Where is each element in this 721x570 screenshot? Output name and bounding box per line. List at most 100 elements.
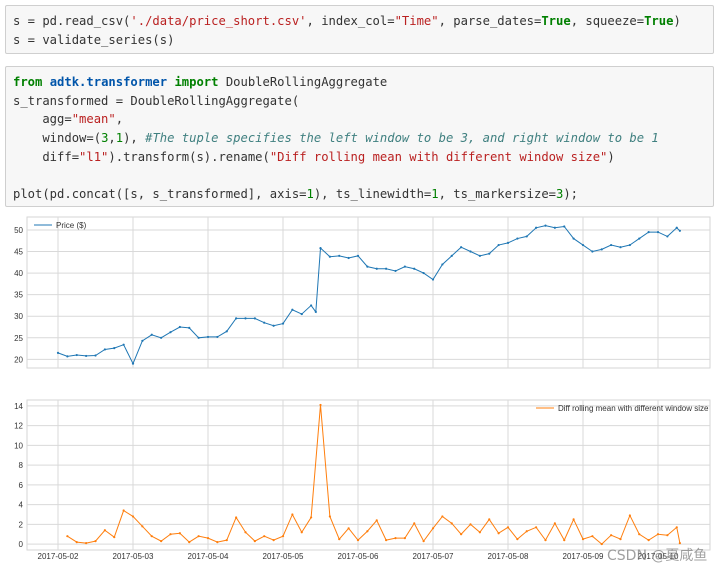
data-point	[94, 354, 97, 357]
data-point	[263, 535, 266, 538]
y-tick-label: 6	[19, 481, 24, 490]
data-point	[300, 312, 303, 316]
data-point	[619, 538, 622, 541]
data-point	[356, 254, 360, 257]
x-tick-label: 2017-05-04	[188, 552, 229, 561]
data-point	[441, 515, 444, 518]
data-point	[122, 509, 125, 512]
data-point	[460, 533, 463, 536]
y-tick-label: 25	[14, 334, 23, 343]
data-point	[244, 531, 247, 534]
data-point	[553, 522, 556, 525]
data-point	[431, 527, 435, 530]
data-point	[497, 243, 500, 247]
data-point	[610, 534, 613, 537]
data-point	[150, 333, 153, 336]
data-point	[656, 231, 660, 234]
data-point	[310, 304, 313, 307]
data-point	[666, 235, 669, 238]
plot-output: 20 25 30 35 40 45 50 Price ($) 0 2 4 6 8 10 12 14 2017-0…	[14, 216, 711, 561]
x-tick-label: 2017-05-09	[563, 552, 604, 561]
axes-frame	[26, 399, 711, 551]
data-point	[394, 537, 397, 540]
data-point	[188, 541, 191, 544]
data-point	[85, 354, 88, 358]
data-point	[169, 331, 172, 334]
data-point	[544, 224, 547, 227]
data-point	[319, 246, 322, 250]
data-point	[66, 535, 69, 538]
data-point	[619, 246, 622, 249]
data-point	[469, 250, 472, 253]
data-point	[347, 256, 350, 260]
y-tick-label: 0	[19, 540, 24, 549]
chart-panel-2: 0 2 4 6 8 10 12 14 2017-05-02 2017-05-03 2017-05-0…	[14, 399, 711, 561]
data-point	[535, 226, 538, 229]
data-point	[328, 515, 331, 518]
x-tick-label: 2017-05-02	[38, 552, 79, 561]
data-point	[403, 265, 406, 268]
y-tick-label: 2	[19, 520, 24, 529]
data-point	[385, 267, 388, 270]
x-tick-label: 2017-05-05	[263, 552, 304, 561]
data-point	[403, 537, 406, 540]
data-point	[141, 525, 144, 528]
data-point	[488, 252, 491, 255]
data-point	[572, 518, 575, 521]
data-point	[244, 317, 247, 320]
y-tick-label: 40	[14, 269, 23, 278]
data-point	[281, 535, 285, 538]
data-point	[141, 339, 144, 342]
data-point	[253, 317, 256, 320]
data-point	[113, 536, 116, 539]
data-point	[281, 322, 285, 325]
data-point	[225, 330, 228, 333]
data-point	[506, 526, 510, 529]
data-point	[478, 254, 481, 257]
data-point	[516, 538, 519, 541]
data-point	[188, 326, 191, 329]
data-point	[310, 516, 313, 519]
data-point	[628, 514, 631, 517]
y-tick-label: 30	[14, 312, 23, 321]
y-tick-label: 50	[14, 226, 23, 235]
data-point	[666, 534, 669, 537]
data-point	[272, 324, 275, 327]
data-point	[356, 539, 360, 542]
data-point	[131, 362, 135, 365]
x-tick-label: 2017-05-06	[338, 552, 379, 561]
data-point	[413, 522, 416, 525]
data-point	[469, 523, 472, 526]
data-point	[394, 269, 397, 273]
data-point	[291, 513, 294, 516]
data-point	[75, 353, 78, 357]
data-point	[628, 243, 631, 247]
data-point	[66, 355, 69, 358]
data-point	[216, 335, 219, 339]
data-point	[375, 267, 378, 270]
data-point	[553, 226, 556, 229]
data-point	[638, 237, 641, 240]
data-point	[375, 519, 378, 522]
data-point	[328, 255, 331, 258]
data-point	[272, 539, 275, 542]
data-point	[103, 348, 106, 351]
data-point	[647, 231, 650, 234]
data-point	[225, 539, 228, 542]
y-tick-label: 20	[14, 355, 23, 364]
data-point	[675, 526, 678, 529]
data-point	[488, 518, 491, 521]
y-tick-label: 4	[19, 501, 24, 510]
y-tick-label: 10	[14, 441, 23, 450]
data-point	[160, 540, 163, 543]
data-point	[169, 533, 172, 536]
data-point	[563, 539, 566, 542]
legend-label: Diff rolling mean with different window …	[558, 404, 709, 413]
data-point	[638, 533, 641, 536]
data-point	[113, 347, 116, 350]
data-point	[94, 540, 97, 543]
data-point	[450, 522, 453, 525]
y-tick-label: 12	[14, 422, 23, 431]
data-point	[178, 532, 181, 535]
data-point	[216, 541, 219, 544]
